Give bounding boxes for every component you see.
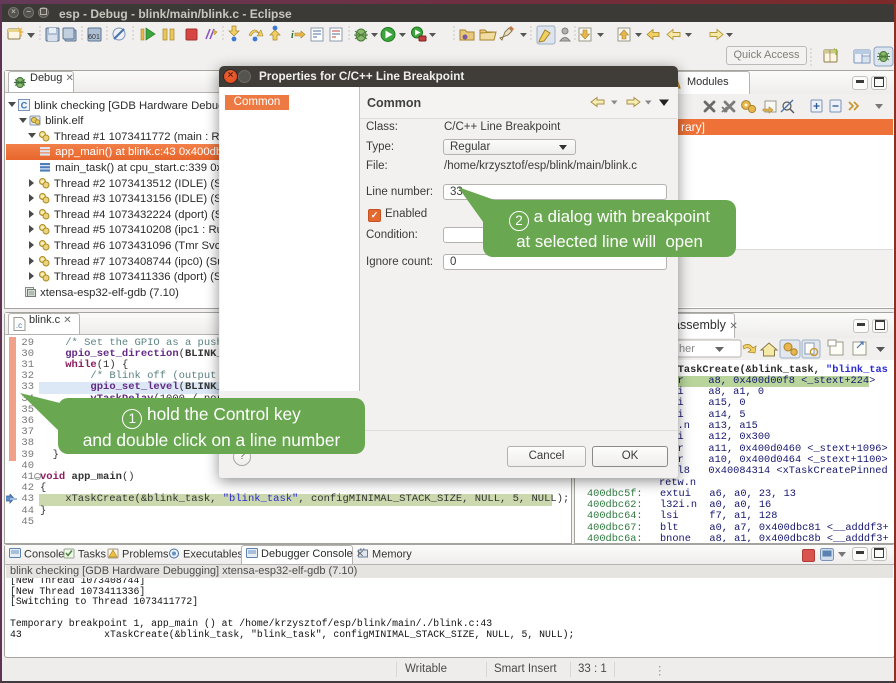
svg-text:i: i: [291, 30, 294, 41]
svg-text:601: 601: [88, 34, 100, 41]
svg-text:.c: .c: [16, 321, 22, 330]
svg-text:C: C: [21, 100, 28, 110]
svg-text:her: her: [679, 343, 695, 355]
